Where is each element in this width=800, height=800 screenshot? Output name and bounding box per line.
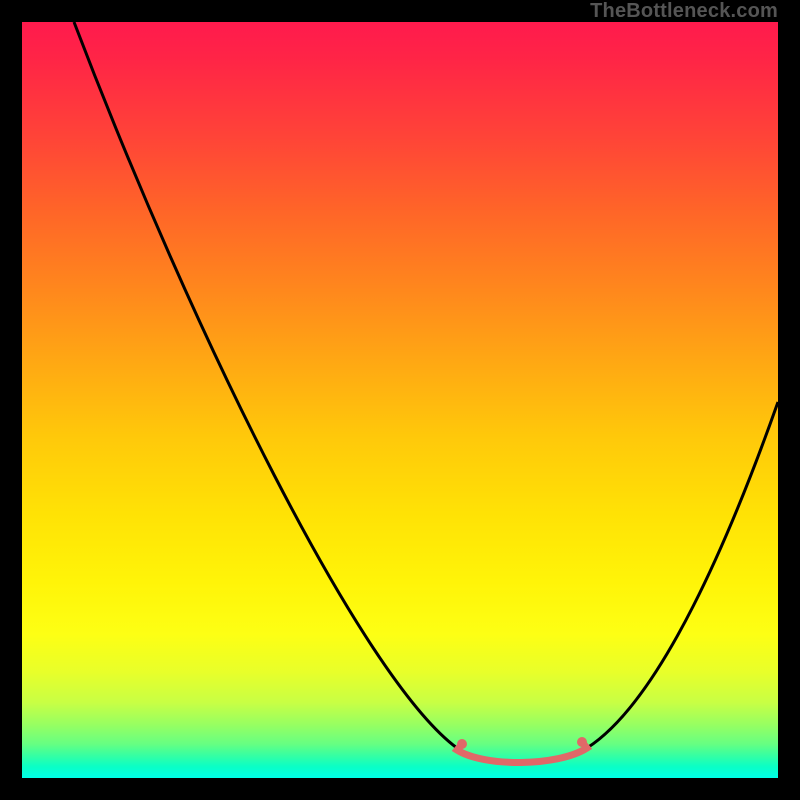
chart-frame [22, 22, 778, 778]
bottleneck-curve [74, 22, 778, 762]
optimal-range-dot-left [457, 739, 467, 749]
optimal-range-dot-right [577, 737, 587, 747]
watermark-text: TheBottleneck.com [590, 0, 778, 23]
optimal-range-segment [457, 742, 587, 763]
chart-svg [22, 22, 778, 778]
